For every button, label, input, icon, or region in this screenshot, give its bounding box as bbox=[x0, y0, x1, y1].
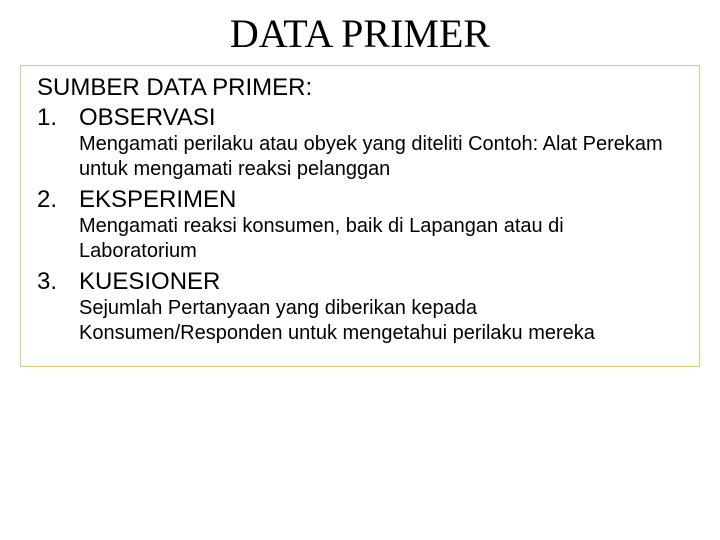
section-heading: SUMBER DATA PRIMER: bbox=[37, 74, 683, 102]
item-label: OBSERVASI bbox=[79, 104, 216, 132]
list-item: 3. KUESIONER bbox=[37, 268, 683, 296]
item-description: Mengamati reaksi konsumen, baik di Lapan… bbox=[79, 214, 683, 264]
slide-title: DATA PRIMER bbox=[20, 10, 700, 57]
list-item: 2. EKSPERIMEN bbox=[37, 186, 683, 214]
item-number: 3. bbox=[37, 268, 79, 296]
list-item: 1. OBSERVASI bbox=[37, 104, 683, 132]
item-description: Mengamati perilaku atau obyek yang ditel… bbox=[79, 132, 683, 182]
item-number: 1. bbox=[37, 104, 79, 132]
content-box: SUMBER DATA PRIMER: 1. OBSERVASI Mengama… bbox=[20, 65, 700, 367]
item-label: EKSPERIMEN bbox=[79, 186, 236, 214]
item-number: 2. bbox=[37, 186, 79, 214]
item-description: Sejumlah Pertanyaan yang diberikan kepad… bbox=[79, 296, 683, 346]
item-label: KUESIONER bbox=[79, 268, 220, 296]
